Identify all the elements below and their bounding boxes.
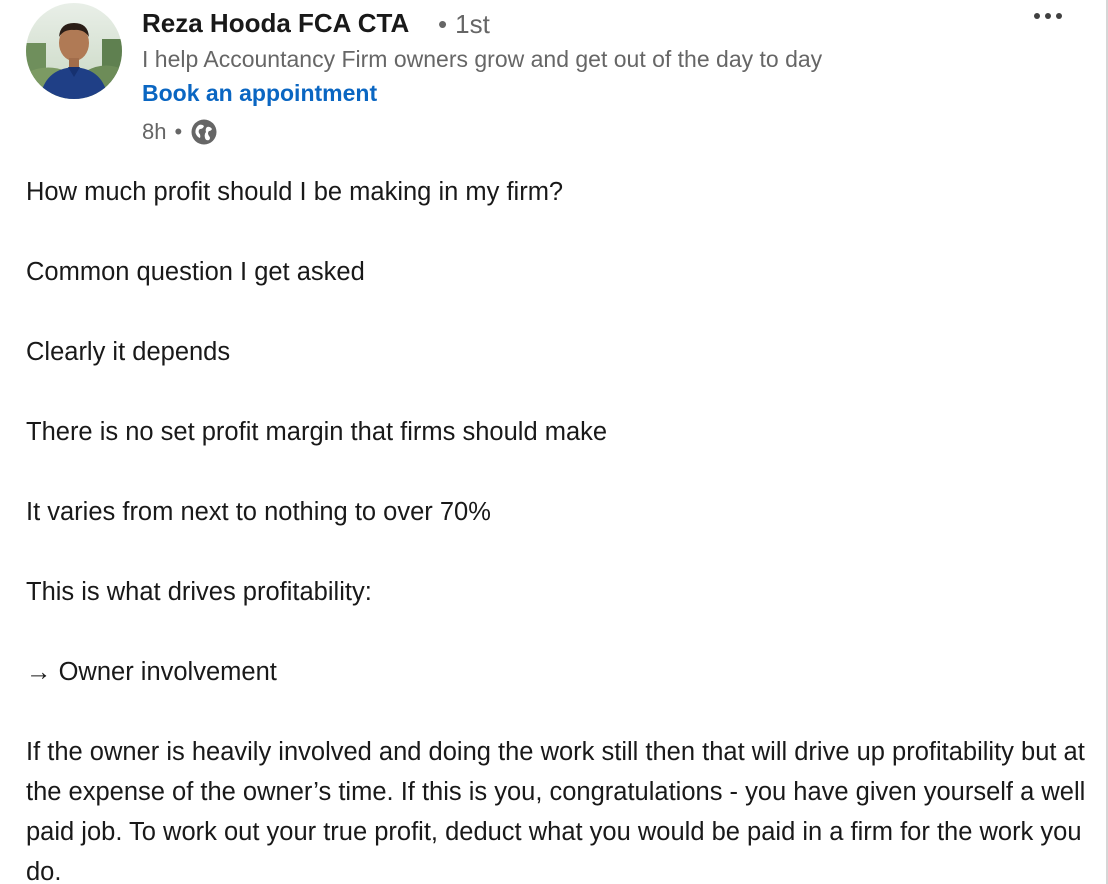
degree-separator: • bbox=[438, 9, 448, 39]
connection-degree: • 1st bbox=[438, 9, 490, 40]
meta-separator: • bbox=[174, 119, 183, 144]
post-paragraph: It varies from next to nothing to over 7… bbox=[26, 498, 491, 526]
post-body: How much profit should I be making in my… bbox=[26, 172, 1086, 884]
post-paragraph: Common question I get asked bbox=[26, 258, 365, 286]
post-meta: 8h • bbox=[142, 118, 218, 146]
post-time: 8h bbox=[142, 119, 167, 144]
book-appointment-link[interactable]: Book an appointment bbox=[142, 80, 377, 107]
post-paragraph: There is no set profit margin that firms… bbox=[26, 418, 608, 446]
degree-label: 1st bbox=[455, 9, 490, 39]
author-name[interactable]: Reza Hooda FCA CTA bbox=[142, 8, 409, 39]
post-paragraph: → Owner involvement bbox=[26, 658, 277, 686]
ellipsis-icon bbox=[1034, 13, 1062, 19]
more-options-button[interactable] bbox=[1030, 2, 1066, 30]
author-avatar[interactable] bbox=[26, 3, 122, 99]
post-paragraph: How much profit should I be making in my… bbox=[26, 178, 564, 206]
author-headline: I help Accountancy Firm owners grow and … bbox=[142, 46, 823, 72]
post-paragraph: This is what drives profitability: bbox=[26, 578, 372, 606]
post-paragraph: Clearly it depends bbox=[26, 338, 231, 366]
post-paragraph: If the owner is heavily involved and doi… bbox=[26, 738, 1086, 884]
globe-icon bbox=[190, 118, 218, 146]
